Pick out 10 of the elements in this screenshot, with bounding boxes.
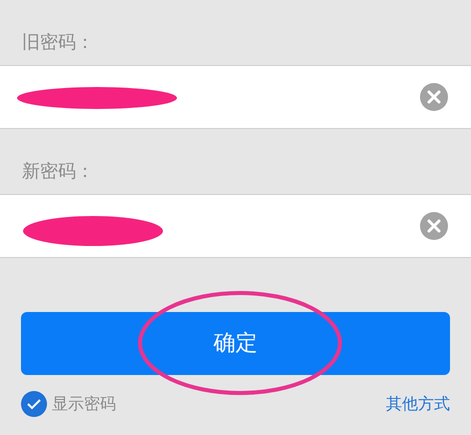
checkbox[interactable] <box>21 391 47 417</box>
checkbox-label: 显示密码 <box>52 393 116 415</box>
confirm-button[interactable]: 确定 <box>21 312 450 375</box>
other-methods-link[interactable]: 其他方式 <box>386 392 450 416</box>
password-field[interactable] <box>0 194 471 258</box>
clear-icon[interactable] <box>420 212 448 240</box>
field-label: 旧密码： <box>22 34 94 52</box>
clear-icon[interactable] <box>420 83 448 111</box>
password-field[interactable] <box>0 65 471 129</box>
field-label: 新密码： <box>22 163 94 181</box>
